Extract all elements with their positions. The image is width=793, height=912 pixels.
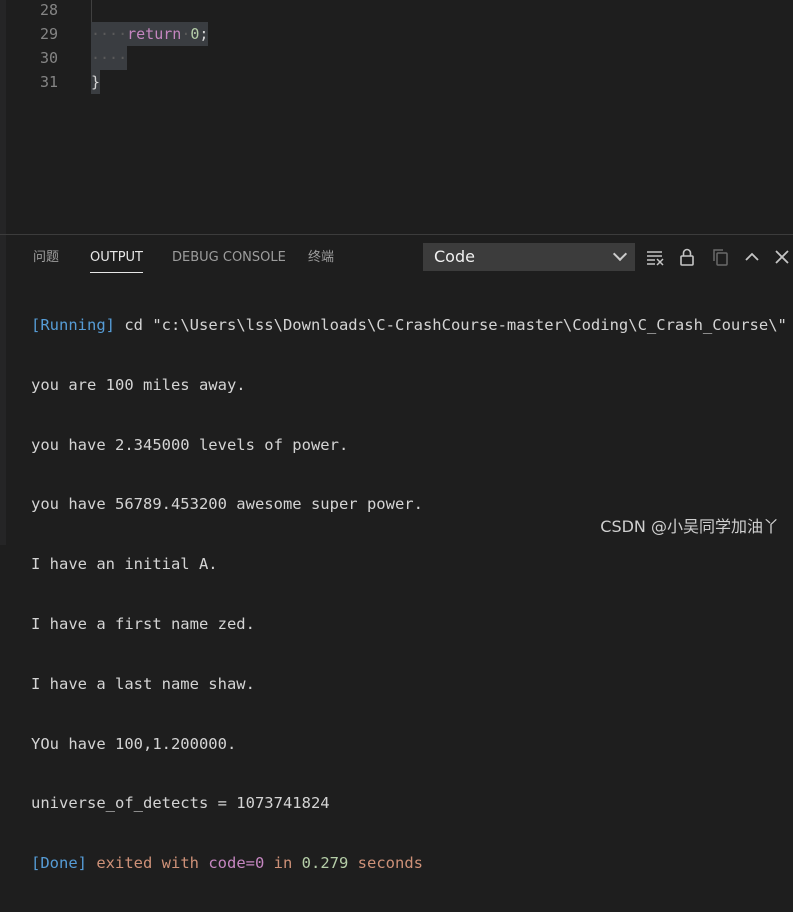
whitespace-marker: ···· xyxy=(91,25,128,43)
output-line-done: [Done] exited with code=0 in 0.279 secon… xyxy=(31,852,793,876)
output-line: I have an initial A. xyxy=(31,555,218,574)
copy-icon[interactable] xyxy=(710,247,730,267)
output-line: universe_of_detects = 1073741824 xyxy=(31,794,330,813)
output-line: you have 2.345000 levels of power. xyxy=(31,435,349,454)
running-tag: [Running] xyxy=(31,316,115,334)
code-editor[interactable]: 28 29 ····return·0; 30 ···· 31 } xyxy=(0,0,793,234)
output-line: I have a first name zed. xyxy=(31,614,255,633)
clear-output-icon[interactable] xyxy=(645,247,665,267)
output-channel-select[interactable]: Code xyxy=(423,243,635,271)
line-number: 29 xyxy=(39,25,58,43)
done-seconds: seconds xyxy=(348,854,423,873)
line-number: 31 xyxy=(39,73,58,91)
tab-terminal[interactable]: 终端 xyxy=(308,247,334,269)
editor-line[interactable]: 28 xyxy=(0,0,793,22)
semicolon: ; xyxy=(199,25,209,43)
panel-left-strip xyxy=(0,235,6,545)
code-text: ····return·0; xyxy=(91,22,209,46)
closing-brace: } xyxy=(91,70,101,94)
editor-line[interactable]: 31 } xyxy=(0,70,793,94)
chevron-down-icon xyxy=(612,246,628,262)
editor-line[interactable]: 30 ···· xyxy=(0,46,793,70)
bottom-panel: 问题 OUTPUT DEBUG CONSOLE 终端 Code [Running… xyxy=(0,234,793,872)
output-log[interactable]: [Running] cd "c:\Users\lss\Downloads\C-C… xyxy=(31,278,793,912)
line-number: 28 xyxy=(39,1,58,19)
done-tag: [Done] xyxy=(31,854,87,873)
lock-icon[interactable] xyxy=(677,247,697,267)
running-command: cd "c:\Users\lss\Downloads\C-CrashCourse… xyxy=(115,316,787,334)
whitespace-marker: ···· xyxy=(91,49,128,67)
done-text: exited with xyxy=(87,854,209,873)
output-line: I have a last name shaw. xyxy=(31,674,255,693)
return-keyword: return xyxy=(127,25,182,43)
output-line: YOu have 100,1.200000. xyxy=(31,734,237,753)
tab-problems[interactable]: 问题 xyxy=(33,247,59,269)
tab-debug-console[interactable]: DEBUG CONSOLE xyxy=(172,247,286,269)
exit-code: code=0 xyxy=(208,854,265,873)
editor-line[interactable]: 29 ····return·0; xyxy=(0,22,793,46)
watermark: CSDN @小吴同学加油丫 xyxy=(600,517,779,536)
code-text: ···· xyxy=(91,46,128,70)
done-in: in xyxy=(264,854,302,873)
output-line-running: [Running] cd "c:\Users\lss\Downloads\C-C… xyxy=(31,314,793,338)
elapsed-time: 0.279 xyxy=(301,854,349,873)
output-line: you are 100 miles away. xyxy=(31,375,246,394)
panel-tabs: 问题 OUTPUT DEBUG CONSOLE 终端 Code xyxy=(0,235,793,279)
line-number: 30 xyxy=(39,49,58,67)
tab-output[interactable]: OUTPUT xyxy=(90,247,143,273)
chevron-up-icon[interactable] xyxy=(742,247,762,267)
output-channel-value: Code xyxy=(434,247,475,266)
close-icon[interactable] xyxy=(772,247,792,267)
